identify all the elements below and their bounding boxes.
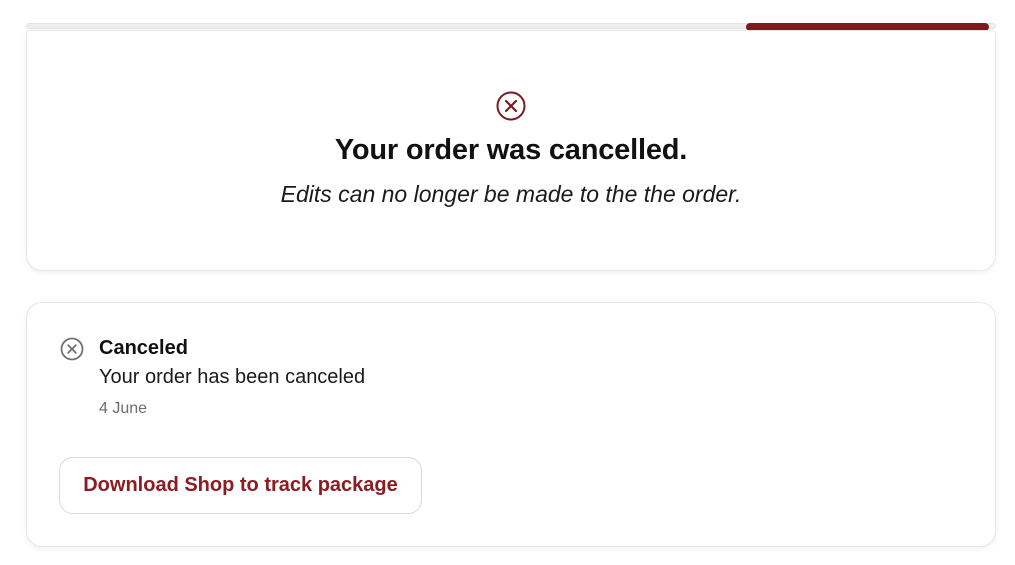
order-status-page: Your order was cancelled. Edits can no l… [0,0,1015,565]
cancellation-banner-card: Your order was cancelled. Edits can no l… [26,30,996,271]
order-status-card: Canceled Your order has been canceled 4 … [26,302,996,547]
x-circle-icon [60,337,84,361]
order-progress-bar [26,23,996,31]
x-circle-icon [496,91,526,121]
cancellation-subtitle: Edits can no longer be made to the the o… [280,181,742,207]
status-date: 4 June [99,400,148,417]
download-shop-track-package-button[interactable]: Download Shop to track package [59,457,422,514]
cancellation-title: Your order was cancelled. [334,134,688,166]
status-title: Canceled [99,337,188,359]
status-description: Your order has been canceled [99,366,366,388]
